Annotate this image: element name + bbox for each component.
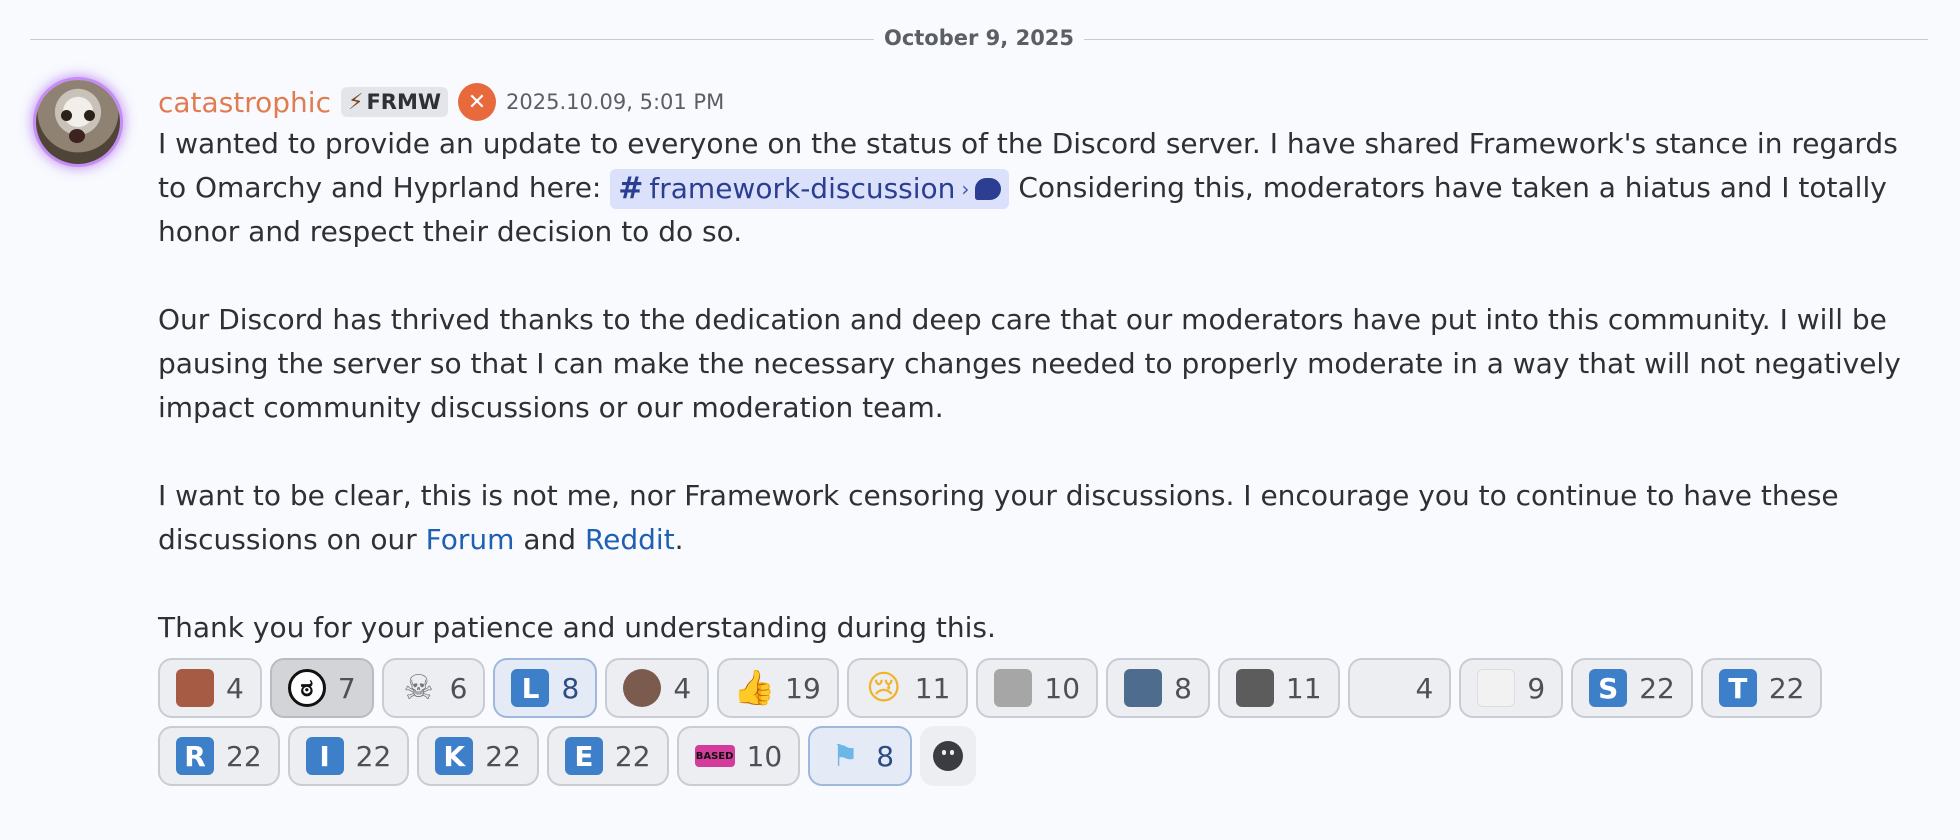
letter-e-emoji-icon: E <box>564 737 603 775</box>
reaction-button[interactable]: 10 <box>976 658 1099 718</box>
server-tag-label: FRMW <box>366 90 442 114</box>
cat-photo-emoji-icon <box>1235 669 1274 707</box>
reaction-count: 11 <box>1285 671 1322 705</box>
based-sticker-emoji-icon: BASED <box>694 745 735 767</box>
reaction-count: 8 <box>876 739 895 773</box>
add-reaction-button[interactable] <box>920 726 977 786</box>
paragraph-3: I want to be clear, this is not me, nor … <box>158 474 1928 562</box>
reaction-button[interactable]: 9 <box>1459 658 1564 718</box>
reaction-count: 4 <box>1415 671 1434 705</box>
message-header: catastrophic ⚡ FRMW ✕ 2025.10.09, 5:01 P… <box>158 82 1928 122</box>
reaction-button[interactable]: 😢 11 <box>846 658 969 718</box>
reaction-count: 4 <box>226 671 244 705</box>
knife-hand-emoji-icon <box>994 669 1033 707</box>
thread-bubble-icon <box>975 178 1002 200</box>
text: I want to be clear, this is not me, nor … <box>158 479 1839 556</box>
blank-emoji-icon <box>1366 669 1404 707</box>
channel-mention-label: framework-discussion <box>649 172 956 205</box>
reaction-button[interactable]: 11 <box>1217 658 1340 718</box>
reaction-button[interactable]: ಠ7 <box>269 658 374 718</box>
reaction-count: 8 <box>561 671 580 705</box>
letter-i-emoji-icon: I <box>305 737 344 775</box>
reaction-button[interactable]: ⚑ 8 <box>808 726 913 786</box>
reaction-button[interactable]: R 22 <box>158 726 280 786</box>
reaction-count: 8 <box>1174 671 1192 705</box>
server-tag[interactable]: ⚡ FRMW <box>340 87 449 117</box>
crying-face-emoji-icon: 😢 <box>866 668 902 708</box>
user-avatar[interactable] <box>36 80 120 164</box>
reaction-button[interactable]: 👍 19 <box>717 658 839 718</box>
reaction-count: 22 <box>614 739 651 773</box>
channel-mention[interactable]: # framework-discussion › <box>610 169 1010 209</box>
reaction-button[interactable]: K 22 <box>417 726 539 786</box>
reaction-row: R 22 I 22 K 22 E 22 BASED 10 ⚑ 8 <box>158 726 1928 786</box>
date-divider: October 9, 2025 <box>30 22 1928 56</box>
trans-flag-emoji-icon: ⚑ <box>831 738 859 774</box>
hamster-emoji-icon <box>623 669 662 707</box>
reaction-button[interactable]: S 22 <box>1571 658 1693 718</box>
reaction-count: 11 <box>914 671 951 705</box>
blue-character-emoji-icon <box>1124 669 1163 707</box>
letter-l-emoji-icon: L <box>511 669 550 707</box>
forum-link[interactable]: Forum <box>426 523 515 556</box>
reaction-button[interactable]: 4 <box>605 658 710 718</box>
reaction-button[interactable]: T 22 <box>1700 658 1823 718</box>
reaction-count: 7 <box>337 671 356 705</box>
reactions-bar: 4 ಠ7 ☠ 6 L8 4 👍 19 😢 11 10 8 11 4 9 S 22 T 22… <box>158 658 1928 794</box>
reaction-button[interactable]: I 22 <box>287 726 410 786</box>
lightning-bolt-icon: ⚡ <box>347 89 364 115</box>
reaction-count: 22 <box>355 739 392 773</box>
reaction-button[interactable]: E 22 <box>546 726 669 786</box>
hash-icon: # <box>618 171 644 206</box>
reaction-button[interactable]: ☠ 6 <box>381 658 486 718</box>
reaction-count: 4 <box>673 671 692 705</box>
person-photo-emoji-icon <box>176 669 214 707</box>
message: catastrophic ⚡ FRMW ✕ 2025.10.09, 5:01 P… <box>158 82 1928 650</box>
text: and <box>514 523 585 556</box>
framework-cog-icon[interactable]: ✕ <box>458 83 497 121</box>
reaction-count: 9 <box>1527 671 1546 705</box>
reaction-row: 4 ಠ7 ☠ 6 L8 4 👍 19 😢 11 10 8 11 4 9 S 22 T 22 <box>158 658 1928 718</box>
thumbs-up-emoji-icon: 👍 <box>732 668 776 708</box>
avatar-mouth <box>69 129 85 143</box>
reaction-count: 19 <box>785 671 821 705</box>
divider-date: October 9, 2025 <box>873 26 1085 50</box>
username[interactable]: catastrophic <box>158 86 331 119</box>
reaction-button[interactable]: 8 <box>1106 658 1210 718</box>
message-body: I wanted to provide an update to everyon… <box>158 122 1928 650</box>
reaction-button[interactable]: 4 <box>158 658 262 718</box>
rage-face-emoji-icon: ಠ <box>287 669 326 707</box>
letter-t-emoji-icon: T <box>1718 669 1757 707</box>
avatar-eye <box>84 110 95 121</box>
chevron-right-icon: › <box>961 177 970 201</box>
reaction-button[interactable]: BASED 10 <box>676 726 801 786</box>
tiny-square-emoji-icon <box>1477 669 1516 707</box>
smiley-icon <box>933 741 964 771</box>
reaction-count: 22 <box>1639 671 1675 705</box>
reaction-count: 10 <box>1044 671 1081 705</box>
letter-r-emoji-icon: R <box>176 737 214 775</box>
text: . <box>674 523 684 556</box>
skull-emoji-icon: ☠ <box>403 668 434 708</box>
avatar-eye <box>61 110 72 121</box>
letter-k-emoji-icon: K <box>435 737 474 775</box>
letter-s-emoji-icon: S <box>1589 669 1628 707</box>
reaction-count: 22 <box>226 739 262 773</box>
paragraph-4: Thank you for your patience and understa… <box>158 611 996 644</box>
paragraph-2: Our Discord has thrived thanks to the de… <box>158 303 1901 424</box>
message-timestamp[interactable]: 2025.10.09, 5:01 PM <box>506 90 724 114</box>
reaction-button[interactable]: 4 <box>1347 658 1452 718</box>
reaction-count: 6 <box>449 671 468 705</box>
reaction-count: 22 <box>1768 671 1805 705</box>
reaction-count: 10 <box>746 739 783 773</box>
reaction-count: 22 <box>485 739 521 773</box>
reaction-button[interactable]: L8 <box>493 658 598 718</box>
paragraph-1: I wanted to provide an update to everyon… <box>158 122 1928 254</box>
reddit-link[interactable]: Reddit <box>585 523 675 556</box>
